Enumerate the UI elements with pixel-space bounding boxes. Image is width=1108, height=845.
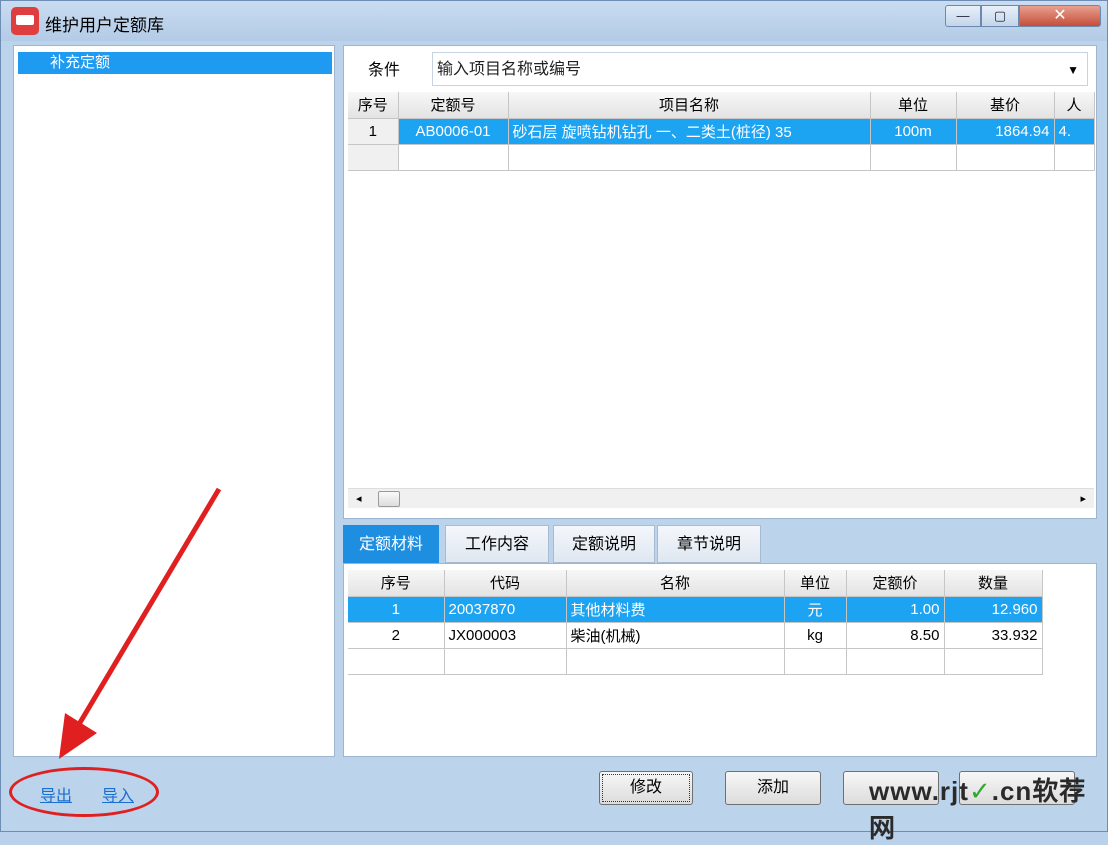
scroll-right-icon[interactable]: ▸ xyxy=(1080,492,1086,505)
column-header[interactable]: 序号 xyxy=(348,92,399,119)
table-cell: 2 xyxy=(348,622,445,649)
table-cell xyxy=(784,648,847,675)
table-cell xyxy=(944,648,1043,675)
table-cell: 20037870 xyxy=(444,596,567,623)
app-logo-icon xyxy=(11,7,39,35)
table-cell: kg xyxy=(784,622,847,649)
table-cell xyxy=(1054,144,1095,171)
table-cell xyxy=(398,144,509,171)
minimize-button[interactable]: — xyxy=(945,5,981,27)
table-row-empty[interactable] xyxy=(348,648,1043,675)
table-row-empty[interactable] xyxy=(348,144,1095,171)
table-cell: 砂石层 旋喷钻机钻孔 一、二类土(桩径) 35 xyxy=(508,118,871,145)
column-header[interactable]: 数量 xyxy=(944,570,1043,597)
annotation-ellipse: 导出 导入 xyxy=(9,767,159,817)
table-cell: 柴油(机械) xyxy=(566,622,785,649)
table-header-row: 序号 代码 名称 单位 定额价 数量 xyxy=(348,570,1043,597)
table-cell: 元 xyxy=(784,596,847,623)
table-cell: 1 xyxy=(348,118,399,145)
column-header[interactable]: 人 xyxy=(1054,92,1095,119)
close-button[interactable]: ✕ xyxy=(1019,5,1101,27)
horizontal-scrollbar[interactable]: ◂ ▸ xyxy=(348,488,1094,508)
table-cell: 8.50 xyxy=(846,622,945,649)
modify-button[interactable]: 修改 xyxy=(599,771,693,805)
table-cell xyxy=(348,144,399,171)
materials-table: 序号 代码 名称 单位 定额价 数量 1 20037870 其他材料费 元 1.… xyxy=(348,570,1043,675)
table-row[interactable]: 1 AB0006-01 砂石层 旋喷钻机钻孔 一、二类土(桩径) 35 100m… xyxy=(348,118,1095,145)
table-cell xyxy=(444,648,567,675)
table-cell: 1 xyxy=(348,596,445,623)
column-header[interactable]: 代码 xyxy=(444,570,567,597)
scrollbar-thumb[interactable] xyxy=(378,491,400,507)
materials-panel: 序号 代码 名称 单位 定额价 数量 1 20037870 其他材料费 元 1.… xyxy=(343,563,1097,757)
table-cell xyxy=(566,648,785,675)
main-window: 维护用户定额库 — ▢ ✕ 补充定额 条件 输入项目名称或编号 ▼ 序号 定额号… xyxy=(0,0,1108,843)
column-header[interactable]: 序号 xyxy=(348,570,445,597)
watermark-text: www.rjt xyxy=(869,776,969,806)
table-cell: 100m xyxy=(870,118,957,145)
table-cell: 1.00 xyxy=(846,596,945,623)
annotation-arrow-icon xyxy=(59,487,222,759)
table-cell xyxy=(348,648,445,675)
add-button[interactable]: 添加 xyxy=(725,771,821,805)
table-cell: 其他材料费 xyxy=(566,596,785,623)
title-bar: 维护用户定额库 — ▢ ✕ xyxy=(1,1,1107,41)
table-cell: 4. xyxy=(1054,118,1095,145)
table-row[interactable]: 1 20037870 其他材料费 元 1.00 12.960 xyxy=(348,596,1043,623)
quota-table: 序号 定额号 项目名称 单位 基价 人 1 AB0006-01 砂石层 旋喷钻机… xyxy=(348,92,1095,171)
table-row[interactable]: 2 JX000003 柴油(机械) kg 8.50 33.932 xyxy=(348,622,1043,649)
table-cell: 12.960 xyxy=(944,596,1043,623)
table-cell: 1864.94 xyxy=(956,118,1055,145)
table-header-row: 序号 定额号 项目名称 单位 基价 人 xyxy=(348,92,1095,119)
tree-item-supplement-quota[interactable]: 补充定额 xyxy=(18,52,332,74)
filter-input[interactable]: 输入项目名称或编号 ▼ xyxy=(432,52,1088,86)
quota-list-panel: 条件 输入项目名称或编号 ▼ 序号 定额号 项目名称 单位 基价 人 1 AB0… xyxy=(343,45,1097,519)
column-header[interactable]: 基价 xyxy=(956,92,1055,119)
table-cell xyxy=(846,648,945,675)
column-header[interactable]: 项目名称 xyxy=(508,92,871,119)
export-link[interactable]: 导出 xyxy=(40,782,72,806)
tab-quota-materials[interactable]: 定额材料 xyxy=(343,525,439,563)
table-cell xyxy=(508,144,871,171)
column-header[interactable]: 定额号 xyxy=(398,92,509,119)
import-link[interactable]: 导入 xyxy=(102,782,134,806)
maximize-button[interactable]: ▢ xyxy=(981,5,1019,27)
column-header[interactable]: 单位 xyxy=(784,570,847,597)
column-header[interactable]: 名称 xyxy=(566,570,785,597)
tab-quota-notes[interactable]: 定额说明 xyxy=(553,525,655,563)
table-cell xyxy=(870,144,957,171)
table-cell: JX000003 xyxy=(444,622,567,649)
column-header[interactable]: 定额价 xyxy=(846,570,945,597)
table-cell xyxy=(956,144,1055,171)
scroll-left-icon[interactable]: ◂ xyxy=(356,492,362,505)
column-header[interactable]: 单位 xyxy=(870,92,957,119)
filter-placeholder: 输入项目名称或编号 xyxy=(437,61,582,78)
table-cell: 33.932 xyxy=(944,622,1043,649)
watermark: www.rjt✓.cn软荐网 xyxy=(869,771,1107,845)
window-title: 维护用户定额库 xyxy=(45,16,164,35)
filter-label: 条件 xyxy=(368,62,401,79)
tab-chapter-notes[interactable]: 章节说明 xyxy=(657,525,761,563)
dropdown-arrow-icon[interactable]: ▼ xyxy=(1067,53,1079,87)
table-cell: AB0006-01 xyxy=(398,118,509,145)
tab-work-content[interactable]: 工作内容 xyxy=(445,525,549,563)
check-icon: ✓ xyxy=(968,776,992,806)
